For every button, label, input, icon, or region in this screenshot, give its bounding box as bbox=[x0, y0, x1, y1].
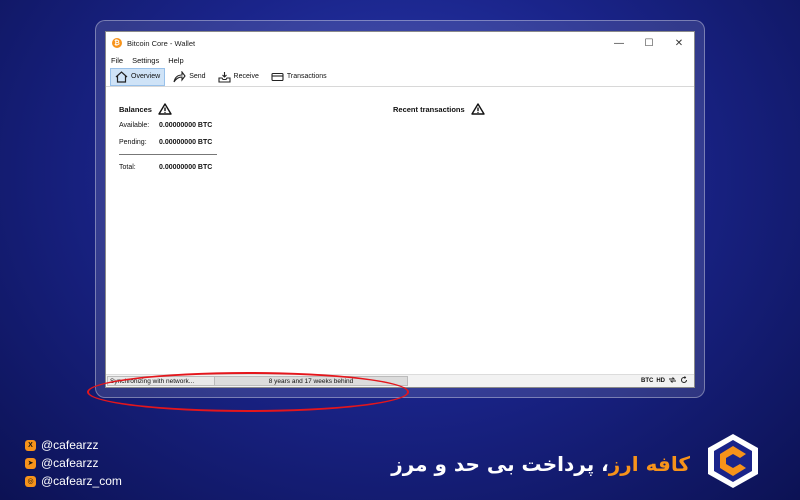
balances-heading: Balances bbox=[119, 101, 219, 117]
status-icons: BTC HD bbox=[638, 376, 694, 386]
tab-receive[interactable]: Receive bbox=[214, 68, 263, 86]
home-icon bbox=[115, 70, 128, 83]
sync-spinner-icon bbox=[680, 376, 688, 386]
warning-icon[interactable] bbox=[471, 103, 485, 115]
social-x-handle: @cafearzz bbox=[41, 438, 99, 452]
menu-file[interactable]: File bbox=[111, 56, 123, 65]
social-handles: X @cafearzz ➤ @cafearzz ◎ @cafearz_com bbox=[25, 436, 122, 490]
tab-overview-label: Overview bbox=[131, 73, 161, 80]
pending-row: Pending: 0.00000000 BTC bbox=[119, 134, 219, 151]
pending-label: Pending: bbox=[119, 139, 147, 146]
social-telegram-handle: @cafearzz bbox=[41, 456, 99, 470]
tab-transactions-label: Transactions bbox=[286, 73, 327, 80]
red-highlight-ellipse bbox=[87, 372, 409, 412]
network-activity-icon[interactable] bbox=[668, 376, 677, 386]
instagram-icon: ◎ bbox=[25, 475, 36, 487]
recent-transactions-panel: Recent transactions bbox=[393, 101, 485, 117]
menu-settings[interactable]: Settings bbox=[132, 56, 159, 65]
menu-help[interactable]: Help bbox=[168, 56, 183, 65]
balances-title: Balances bbox=[119, 104, 152, 114]
recent-title: Recent transactions bbox=[393, 104, 465, 114]
warning-icon[interactable] bbox=[158, 103, 172, 115]
x-icon: X bbox=[25, 439, 36, 451]
slogan-brand: کافه ارز bbox=[608, 452, 690, 476]
close-button[interactable]: ✕ bbox=[664, 32, 694, 54]
telegram-icon: ➤ bbox=[25, 457, 36, 469]
balances-panel: Balances Available: 0.00000000 BTC Pendi… bbox=[119, 101, 219, 176]
send-arrow-icon bbox=[173, 70, 186, 82]
menu-bar: File Settings Help bbox=[106, 54, 694, 67]
window-title: Bitcoin Core - Wallet bbox=[127, 38, 196, 48]
recent-heading: Recent transactions bbox=[393, 101, 485, 117]
tab-transactions[interactable]: Transactions bbox=[267, 68, 331, 86]
social-telegram[interactable]: ➤ @cafearzz bbox=[25, 454, 122, 472]
balance-divider bbox=[119, 154, 217, 155]
total-label: Total: bbox=[119, 164, 136, 171]
toolbar: Overview Send Receive Transactions bbox=[106, 67, 694, 87]
social-x[interactable]: X @cafearzz bbox=[25, 436, 122, 454]
brand-slogan: کافه ارز، پرداخت بی حد و مرز bbox=[391, 452, 690, 476]
tab-overview[interactable]: Overview bbox=[110, 67, 166, 86]
unit-label[interactable]: BTC bbox=[641, 378, 653, 384]
window-controls: — ☐ ✕ bbox=[604, 32, 694, 54]
minimize-button[interactable]: — bbox=[604, 32, 634, 54]
social-instagram-handle: @cafearz_com bbox=[41, 474, 122, 488]
cafearz-logo-icon bbox=[708, 434, 758, 488]
maximize-button[interactable]: ☐ bbox=[634, 32, 664, 54]
slogan-rest: ، پرداخت بی حد و مرز bbox=[391, 452, 609, 476]
pending-value: 0.00000000 BTC bbox=[159, 139, 213, 146]
receive-inbox-icon bbox=[217, 71, 231, 83]
available-value: 0.00000000 BTC bbox=[159, 122, 213, 129]
total-row: Total: 0.00000000 BTC bbox=[119, 159, 219, 176]
card-icon bbox=[271, 72, 284, 81]
overview-page: Balances Available: 0.00000000 BTC Pendi… bbox=[106, 87, 694, 375]
tab-send[interactable]: Send bbox=[169, 68, 209, 86]
title-bar: ₿ Bitcoin Core - Wallet — ☐ ✕ bbox=[106, 32, 694, 54]
hd-label: HD bbox=[656, 378, 665, 384]
total-value: 0.00000000 BTC bbox=[159, 164, 213, 171]
available-row: Available: 0.00000000 BTC bbox=[119, 117, 219, 134]
bitcoin-app-icon: ₿ bbox=[112, 38, 122, 48]
tab-send-label: Send bbox=[189, 73, 206, 80]
social-instagram[interactable]: ◎ @cafearz_com bbox=[25, 472, 122, 490]
bitcoin-core-window: ₿ Bitcoin Core - Wallet — ☐ ✕ File Setti… bbox=[105, 31, 695, 388]
available-label: Available: bbox=[119, 122, 150, 129]
tab-receive-label: Receive bbox=[233, 73, 259, 80]
